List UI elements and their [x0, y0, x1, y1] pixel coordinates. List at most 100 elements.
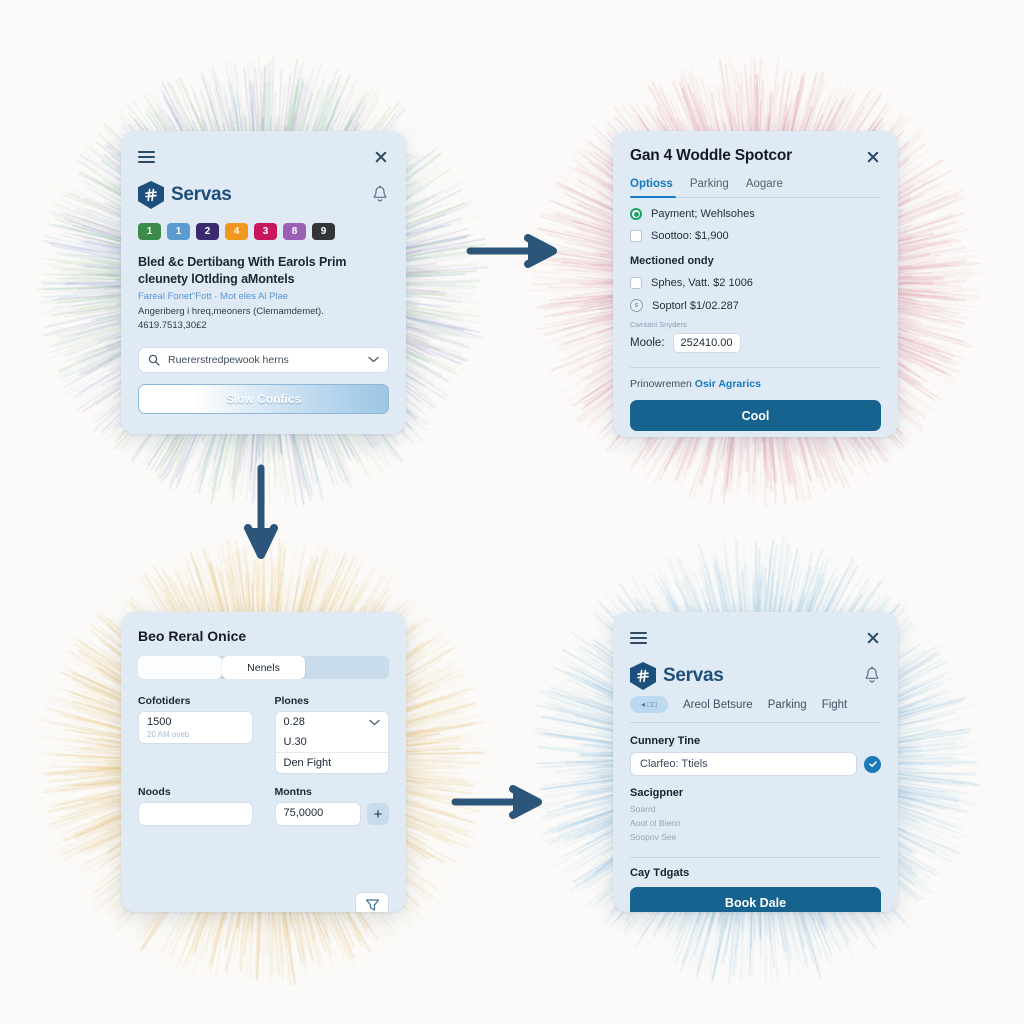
chip-item[interactable]: 1 [167, 223, 190, 240]
cunnery-tine-input[interactable]: Clarfeo: Ttiels [630, 752, 857, 776]
dropdown-option[interactable]: Den Fight [276, 752, 389, 773]
detail-line: Soopnv See [630, 830, 881, 844]
tab-parking[interactable]: Parking [690, 178, 729, 190]
footer-link[interactable]: Osir Agrarics [695, 378, 761, 390]
segment-nenels[interactable]: Nenels [222, 656, 306, 679]
chip-label: 1 [147, 227, 153, 237]
option-row-sphes[interactable]: Sphes, Vatt. $2 1006 [630, 277, 881, 289]
option-row-soptorl[interactable]: s Soptorl $1/02.287 [630, 299, 881, 312]
field-label: Noods [138, 786, 253, 798]
meta-line: 4619.7513,30£2 [138, 319, 389, 333]
chip-item[interactable]: 2 [196, 223, 219, 240]
brand: Servas [630, 662, 724, 690]
bookmark-button[interactable] [355, 892, 389, 912]
option-label: Soptorl $1/02.287 [652, 300, 739, 312]
bell-icon[interactable] [371, 185, 389, 205]
brand-row: Servas [138, 181, 389, 209]
tab-aogare[interactable]: Aogare [746, 178, 783, 190]
cool-button[interactable]: Cool [630, 400, 881, 431]
tab-parking[interactable]: Parking [768, 699, 807, 711]
form-grid: Cofotiders 1500 20 AM oveb Plones 0.28 U… [138, 695, 389, 826]
slow-confics-button[interactable]: Slow Confics [138, 384, 389, 414]
book-dale-button[interactable]: Book Dale [630, 887, 881, 912]
tab-bar: ◂ □□ Areol Betsure Parking Fight [630, 696, 881, 723]
tab-fight[interactable]: Fight [822, 699, 848, 711]
check-circle-icon[interactable] [864, 756, 881, 773]
close-icon[interactable] [865, 630, 881, 646]
checkbox-icon[interactable] [630, 230, 642, 242]
detail-line: Aoot ol Bienn [630, 816, 881, 830]
close-icon[interactable] [865, 149, 881, 165]
card-discover: Servas 1 1 2 4 3 8 9 Bled &c Dertibang W… [121, 131, 406, 434]
option-row-soottoo[interactable]: Soottoo: $1,900 [630, 230, 881, 242]
option-row-payment[interactable]: Payment; Wehlsohes [630, 208, 881, 220]
segment-1[interactable] [138, 656, 222, 679]
window-bar [630, 628, 881, 648]
tab-areol-betsure[interactable]: Areol Betsure [683, 699, 753, 711]
chip-item[interactable]: 4 [225, 223, 248, 240]
card-options-modal: Gan 4 Woddle Spotcor Optioss Parking Aog… [613, 131, 898, 437]
montns-input[interactable]: 75,0000 [275, 802, 362, 826]
option-label: Payment; Wehlsohes [651, 208, 755, 220]
hamburger-icon[interactable] [138, 151, 155, 163]
footer-note: Prinowremen Osir Agrarics [630, 378, 881, 390]
window-bar [138, 147, 389, 167]
chip-label: 9 [321, 227, 327, 237]
arrow-form-to-booking [455, 789, 538, 815]
radio-selected-icon[interactable] [630, 208, 642, 220]
brand-name: Servas [663, 665, 724, 687]
option-label: Sphes, Vatt. $2 1006 [651, 277, 753, 289]
chevron-down-icon[interactable] [368, 356, 379, 363]
back-pill-button[interactable]: ◂ □□ [630, 696, 668, 713]
card-rental-form: Beo Reral Onice Nenels Cofotiders 1500 2… [121, 612, 406, 912]
detail-title: Sacigpner [630, 787, 881, 799]
cool-button-label: Cool [742, 409, 770, 423]
tab-optioss[interactable]: Optioss [630, 178, 673, 190]
field-label: Cofotiders [138, 695, 253, 707]
chip-item[interactable]: 1 [138, 223, 161, 240]
summary-label: Cay Tdgats [630, 867, 881, 879]
detail-list: Soarrd Aoot ol Bienn Soopnv See [630, 802, 881, 844]
plones-dropdown[interactable]: 0.28 U.30 Den Fight [275, 711, 390, 774]
bell-icon[interactable] [863, 666, 881, 686]
amount-label: Moole: [630, 337, 665, 349]
chip-item[interactable]: 8 [283, 223, 306, 240]
dropdown-selected[interactable]: 0.28 [276, 712, 389, 732]
checkbox-icon[interactable] [630, 277, 642, 289]
field-label: Montns [275, 786, 390, 798]
increment-button[interactable]: + [367, 803, 389, 825]
field-placeholder: 20 AM oveb [147, 730, 244, 739]
brand-row: Servas [630, 662, 881, 690]
headline: Bled &c Dertibang With Earols Prim cleun… [138, 254, 389, 287]
hamburger-icon[interactable] [630, 632, 647, 644]
detail-line: Soarrd [630, 802, 881, 816]
search-input[interactable]: Ruererstredpewook herns [138, 347, 389, 373]
segment-3[interactable] [305, 656, 389, 679]
footer-note-text: Prinowremen [630, 378, 692, 390]
close-icon[interactable] [373, 149, 389, 165]
flow-diagram-stage: Servas 1 1 2 4 3 8 9 Bled &c Dertibang W… [0, 0, 1024, 1024]
divider [630, 367, 881, 368]
dropdown-option[interactable]: U.30 [276, 732, 389, 752]
field-label-cunnery-tine: Cunnery Tine [630, 735, 881, 747]
amount-input[interactable]: 252410.00 [673, 333, 741, 353]
chip-label: 4 [234, 227, 240, 237]
servas-shield-logo [630, 662, 656, 690]
brand: Servas [138, 181, 232, 209]
option-group-label: Mectioned ondy [630, 255, 881, 267]
dropdown-value: 0.28 [284, 716, 305, 728]
chip-item[interactable]: 3 [254, 223, 277, 240]
arrow-discover-to-options [470, 238, 553, 264]
brand-name: Servas [171, 184, 232, 206]
servas-shield-logo [138, 181, 164, 209]
chip-item[interactable]: 9 [312, 223, 335, 240]
cofotiders-input[interactable]: 1500 20 AM oveb [138, 711, 253, 744]
form-title: Beo Reral Onice [138, 628, 389, 644]
option-label: Soottoo: $1,900 [651, 230, 729, 242]
info-circle-icon[interactable]: s [630, 299, 643, 312]
search-value: Ruererstredpewook herns [168, 354, 360, 366]
montns-stepper: 75,0000 + [275, 802, 390, 826]
noods-input[interactable] [138, 802, 253, 826]
chevron-down-icon[interactable] [369, 719, 380, 726]
sub-link[interactable]: Fareal Fonet"Fott · Mot eles Al Plae [138, 291, 389, 302]
